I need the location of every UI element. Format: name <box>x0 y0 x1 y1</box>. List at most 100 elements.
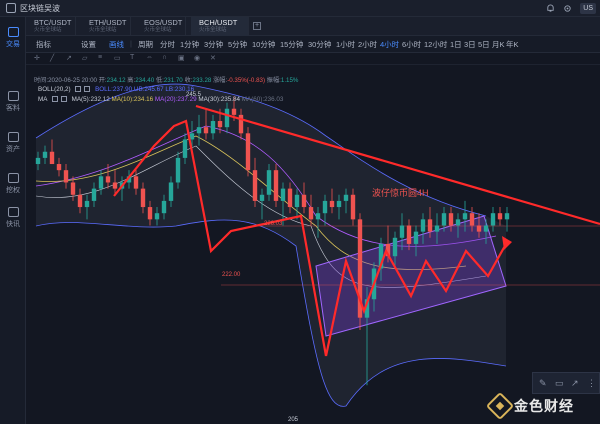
more-icon[interactable]: ⋮ <box>587 378 596 389</box>
tab-eth-usdt[interactable]: ETH/USDT 火币全球站 <box>81 17 131 36</box>
period-3[interactable]: 5分钟 <box>228 39 247 50</box>
period-10[interactable]: 6小时 <box>402 39 421 50</box>
ma5-value: MA(5):232.12 <box>71 96 110 103</box>
candle-body <box>147 207 153 220</box>
period-4[interactable]: 10分钟 <box>252 39 275 50</box>
channel-tool-icon[interactable]: ▱ <box>82 54 87 62</box>
ma-close-icon[interactable] <box>60 96 67 103</box>
chart-annotation: 波仔惊币圆4H <box>372 188 429 198</box>
high-value: 234.40 <box>135 77 155 84</box>
ohlc-info: 时间:2020-06-25 20:00 开:234.12 高:234.40 低:… <box>34 75 298 84</box>
period-0[interactable]: 分时 <box>160 39 175 50</box>
change-label: 涨幅: <box>213 77 228 84</box>
chart-canvas[interactable] <box>26 66 600 424</box>
ma10-value: MA(10):234.16 <box>111 96 154 103</box>
period-16[interactable]: 年K <box>506 39 519 50</box>
candle-body <box>154 213 160 220</box>
candle-body <box>259 194 265 201</box>
ruler-icon[interactable]: ▭ <box>555 378 564 389</box>
fib-tool-icon[interactable]: ≡ <box>98 54 102 61</box>
notification-icon[interactable] <box>546 4 555 13</box>
period-13[interactable]: 3日 <box>464 39 476 50</box>
cursor-tool-icon[interactable]: ✛ <box>34 54 40 62</box>
tab-eos-usdt[interactable]: EOS/USDT 火币全球站 <box>136 17 186 36</box>
rect-tool-icon[interactable]: ▭ <box>114 54 121 62</box>
candle-body <box>63 170 69 183</box>
sidebar-item-label: 交易 <box>6 41 20 48</box>
candle-body <box>56 164 62 171</box>
ray-tool-icon[interactable]: ↗ <box>66 54 72 62</box>
period-12[interactable]: 1日 <box>450 39 462 50</box>
candle-body <box>476 225 482 232</box>
candle-body <box>245 133 251 171</box>
period-8[interactable]: 2小时 <box>358 39 377 50</box>
candle-body <box>287 188 293 208</box>
candle-body <box>448 213 454 226</box>
period-5[interactable]: 15分钟 <box>280 39 303 50</box>
ma-settings-icon[interactable] <box>51 96 58 103</box>
tab-bch-usdt[interactable]: BCH/USDT 火币全球站 <box>191 17 249 36</box>
pencil-icon[interactable]: ✎ <box>539 378 547 389</box>
tab-symbol: BCH/USDT <box>199 18 238 27</box>
candle-body <box>140 188 146 208</box>
candle-body <box>392 237 398 257</box>
period-11[interactable]: 12小时 <box>424 39 447 50</box>
candle-body <box>434 225 440 232</box>
period-2[interactable]: 3分钟 <box>204 39 223 50</box>
candlestick-chart[interactable]: 245.5 226.03 222.00 205 <box>26 66 600 424</box>
candle-body <box>399 225 405 238</box>
lock-tool-icon[interactable]: ▣ <box>178 54 185 62</box>
sidebar-item-label: 挖权 <box>6 187 20 194</box>
candle-body <box>413 231 419 244</box>
boll-settings-icon[interactable] <box>75 86 82 93</box>
period-7[interactable]: 1小时 <box>336 39 355 50</box>
sidebar-item-trade[interactable]: 交易 <box>0 27 26 49</box>
candle-body <box>497 213 503 220</box>
candle-body <box>175 157 181 183</box>
eye-tool-icon[interactable]: ◉ <box>194 54 200 62</box>
candle-body <box>210 121 216 134</box>
candle-body <box>308 207 314 220</box>
amplitude-value: 1.15% <box>280 77 299 84</box>
user-button[interactable]: US <box>580 3 596 14</box>
add-tab-button[interactable]: + <box>253 22 261 30</box>
period-6[interactable]: 30分钟 <box>308 39 331 50</box>
candle-body <box>217 121 223 128</box>
low-label: 低: <box>155 77 164 84</box>
candle-body <box>196 127 202 134</box>
candle-body <box>266 170 272 195</box>
period-15[interactable]: 月K <box>492 39 505 50</box>
boll-values: BOLL:237.90 UB:245.67 LB:230.16 <box>95 86 195 93</box>
settings-button[interactable]: 设置 <box>81 39 96 50</box>
period-1[interactable]: 1分钟 <box>180 39 199 50</box>
change-value: -0.35%(-0.83) <box>227 77 266 84</box>
boll-close-icon[interactable] <box>84 86 91 93</box>
candle-body <box>273 170 279 201</box>
indicators-button[interactable]: 指标 <box>36 39 51 50</box>
magnet-tool-icon[interactable]: ∩ <box>162 54 167 61</box>
candle-body <box>224 108 230 128</box>
tab-btc-usdt[interactable]: BTC/USDT 火币全球站 <box>26 17 76 36</box>
text-tool-icon[interactable]: T <box>130 54 134 61</box>
delete-tool-icon[interactable]: ✕ <box>210 54 216 62</box>
trend-icon[interactable]: ↗ <box>571 378 579 389</box>
sidebar-item-mining[interactable]: 挖权 <box>0 173 26 195</box>
sidebar-item-assets[interactable]: 资产 <box>0 132 26 154</box>
period-9[interactable]: 4小时 <box>380 39 399 50</box>
settings-icon[interactable] <box>563 4 572 13</box>
period-14[interactable]: 5日 <box>478 39 490 50</box>
trade-icon <box>7 27 19 37</box>
candle-body <box>70 182 76 195</box>
low-marker-label: 205 <box>288 417 299 423</box>
draw-line-button[interactable]: 画线 <box>109 39 124 50</box>
sidebar: 交易 客料 资产 挖权 快讯 <box>0 17 26 424</box>
sidebar-item-label: 客料 <box>6 105 20 112</box>
toolbar-divider: | <box>130 39 132 48</box>
candle-body <box>343 194 349 201</box>
measure-tool-icon[interactable]: ⇔ <box>146 54 153 61</box>
sidebar-item-data[interactable]: 客料 <box>0 91 26 113</box>
boll-indicator-row: BOLL(20,2) BOLL:237.90 UB:245.67 LB:230.… <box>38 86 194 93</box>
title-bar: 区块链吴波 US <box>0 0 600 17</box>
sidebar-item-news[interactable]: 快讯 <box>0 207 26 229</box>
line-tool-icon[interactable]: ╱ <box>50 54 54 62</box>
